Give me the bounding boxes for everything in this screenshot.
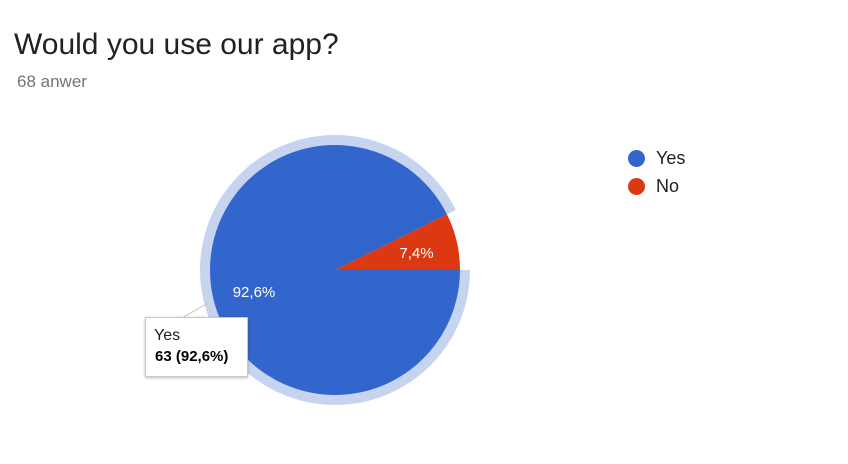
legend-item-no[interactable]: No (628, 172, 685, 200)
pie-chart: 92,6% 7,4% (181, 135, 471, 406)
tooltip-value: 63 (92,6%) (155, 348, 229, 365)
slice-label-no: 7,4% (399, 245, 433, 262)
legend-swatch-yes (628, 149, 645, 167)
legend-label-yes: Yes (656, 147, 686, 168)
legend: Yes No (628, 144, 685, 200)
slice-label-yes: 92,6% (233, 284, 276, 301)
legend-label-no: No (656, 175, 680, 196)
tooltip-category: Yes (154, 327, 181, 344)
tooltip-pointer (181, 302, 209, 319)
legend-item-yes[interactable]: Yes (628, 144, 685, 172)
legend-swatch-no (628, 177, 645, 195)
slice-tooltip: Yes 63 (92,6%) (145, 317, 248, 377)
